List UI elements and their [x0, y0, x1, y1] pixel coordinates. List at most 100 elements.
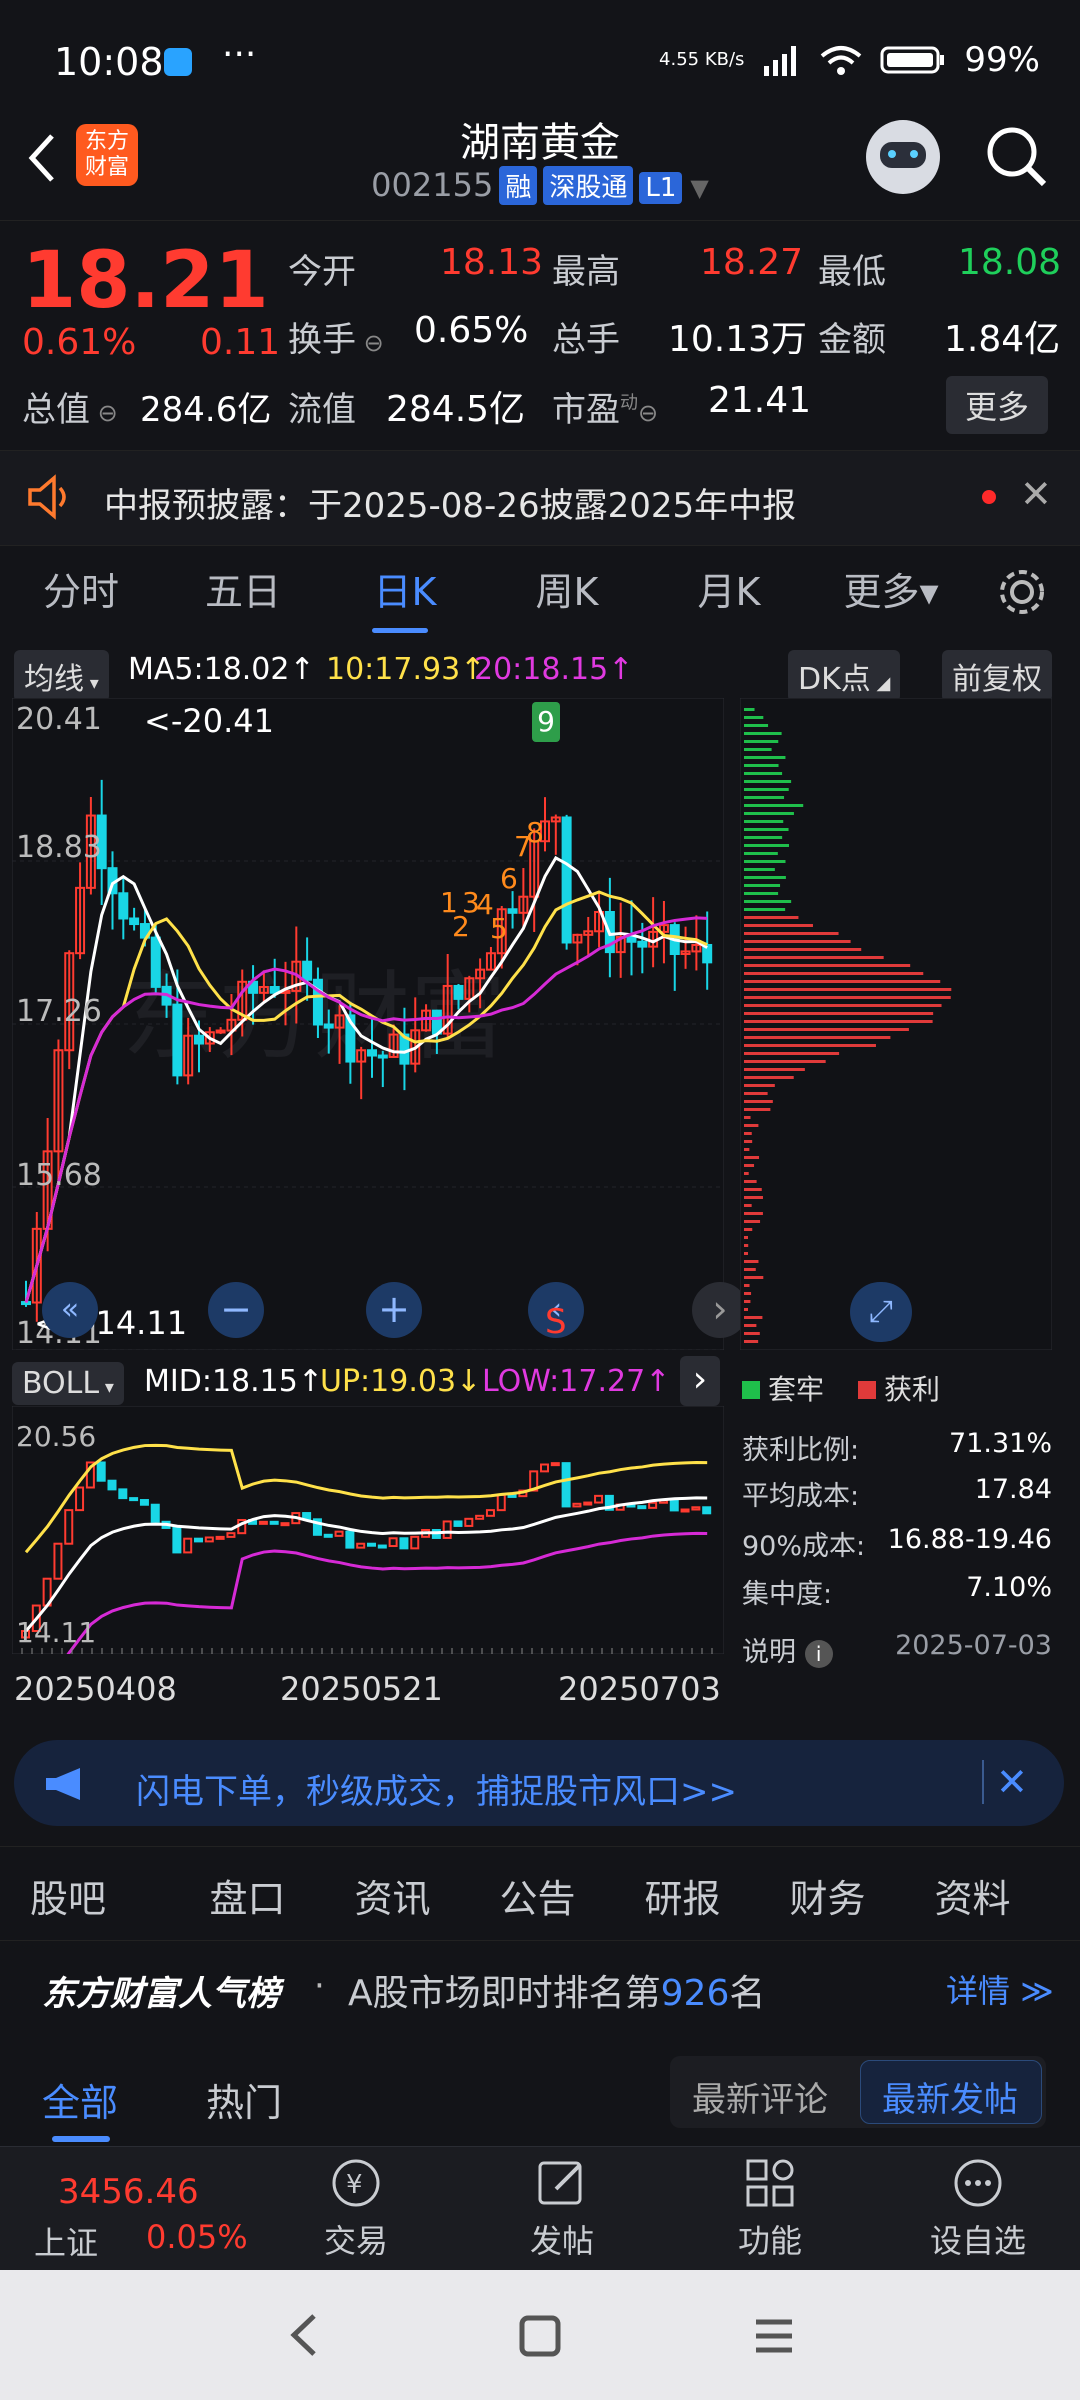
more-notifications-icon: ···	[222, 34, 257, 75]
ma10-label: 10:17.93↑	[326, 652, 486, 687]
battery-icon	[880, 46, 945, 74]
add-watchlist-button[interactable]: 设自选	[898, 2150, 1058, 2262]
rank-text: A股市场即时排名第926名	[348, 1973, 766, 2014]
chip-bar	[744, 996, 951, 999]
scroll-left-button[interactable]: «	[42, 1282, 98, 1338]
ma-selector[interactable]: 均线 ▾	[14, 650, 109, 702]
divider	[0, 1846, 1080, 1847]
chip-bar	[744, 1148, 750, 1151]
volume-value: 10.13万	[668, 319, 808, 360]
signal-nine: 9	[532, 702, 560, 742]
functions-button[interactable]: 功能	[690, 2150, 850, 2262]
boll-candle	[550, 1462, 560, 1467]
tab-daily-k[interactable]: 日K	[324, 548, 486, 636]
boll-candle	[96, 1461, 106, 1482]
sort-latest-comment[interactable]: 最新评论	[692, 2072, 828, 2121]
tab-profile[interactable]: 资料	[900, 1868, 1045, 1923]
avg-cost-row: 平均成本: 17.84	[742, 1474, 1052, 1512]
tab-announcement[interactable]: 公告	[465, 1868, 610, 1923]
tab-more[interactable]: 更多▾	[810, 548, 972, 636]
candle-body	[172, 1003, 183, 1077]
chip-note-row[interactable]: 说明 i 2025-07-03	[742, 1630, 1052, 1669]
ma20-label: 20:18.15↑	[474, 652, 634, 687]
candle-body	[561, 816, 572, 944]
chip-bar	[744, 772, 783, 775]
tab-research[interactable]: 研报	[610, 1868, 755, 1923]
cost90-row: 90%成本: 16.88-19.46	[742, 1524, 1052, 1562]
chip-bar	[744, 732, 782, 735]
tab-intraday[interactable]: 分时	[0, 548, 162, 636]
divider	[982, 1760, 984, 1804]
boll-low-label: LOW:17.27↑	[482, 1364, 671, 1399]
search-button[interactable]	[984, 124, 1050, 194]
settings-gear-icon[interactable]	[996, 566, 1048, 618]
wifi-icon	[821, 46, 862, 75]
boll-candle	[583, 1501, 593, 1506]
tab-all-posts[interactable]: 全部	[42, 2072, 118, 2127]
chip-bar	[744, 844, 790, 847]
chip-bar	[744, 972, 924, 975]
boll-candle	[323, 1533, 333, 1538]
boll-candle	[118, 1488, 128, 1500]
dk-point-button[interactable]: DK点 ◢	[788, 650, 901, 702]
close-notice-button[interactable]: ✕	[1020, 472, 1052, 516]
expand-button[interactable]: ⤢	[850, 1282, 912, 1342]
tab-five-day[interactable]: 五日	[162, 548, 324, 636]
ad-text: 闪电下单，秒级成交，捕捉股市风口>>	[136, 1772, 737, 1812]
chip-bar	[744, 988, 952, 991]
tab-pankou[interactable]: 盘口	[175, 1868, 320, 1923]
chip-bar	[744, 924, 813, 927]
chip-bar	[744, 1140, 753, 1143]
amount-label: 金额	[818, 320, 886, 360]
signal-6: 6	[500, 862, 518, 895]
trade-button[interactable]: ¥ 交易	[276, 2150, 436, 2262]
tab-hot-posts[interactable]: 热门	[206, 2072, 282, 2127]
chip-bar	[744, 1188, 762, 1191]
index-value: 3456.46	[58, 2172, 199, 2212]
boll-selector[interactable]: BOLL ▾	[12, 1362, 124, 1405]
edit-icon	[538, 2161, 582, 2205]
chip-bar	[744, 884, 781, 887]
boll-candle	[215, 1535, 225, 1540]
post-button[interactable]: 发帖	[482, 2150, 642, 2262]
rank-detail-link[interactable]: 详情 ≫	[946, 1966, 1054, 2012]
boll-candle	[702, 1506, 712, 1515]
chip-bar	[744, 804, 804, 807]
tab-guba[interactable]: 股吧	[30, 1868, 175, 1923]
indicator-next-button[interactable]: ›	[680, 1356, 720, 1406]
sort-latest-post[interactable]: 最新发帖	[882, 2072, 1018, 2121]
chip-bar	[744, 1340, 759, 1343]
nav-menu-icon[interactable]	[752, 2314, 796, 2358]
legend-trapped: 套牢	[742, 1368, 824, 1408]
chip-bar	[744, 1300, 751, 1303]
sz-connect-tag: 深股通	[543, 166, 634, 205]
chip-bar	[744, 1308, 748, 1311]
chip-bar	[744, 1116, 751, 1119]
tab-finance[interactable]: 财务	[755, 1868, 900, 1923]
kline-chart[interactable]: 东方财富	[12, 698, 724, 1350]
tab-news[interactable]: 资讯	[320, 1868, 465, 1923]
boll-chart[interactable]	[12, 1406, 724, 1654]
tab-monthly-k[interactable]: 月K	[648, 548, 810, 636]
chip-bar	[744, 1004, 942, 1007]
chip-bar	[744, 964, 911, 967]
chip-bar	[744, 1044, 876, 1047]
last-price: 18.21	[22, 236, 269, 326]
chip-bar	[744, 1180, 757, 1183]
double-chevron-left-icon: «	[60, 1292, 80, 1327]
low-value: 18.08	[958, 242, 1062, 283]
nav-back-icon[interactable]	[286, 2310, 322, 2360]
boll-candle	[269, 1520, 279, 1525]
zoom-out-button[interactable]: −	[208, 1282, 264, 1338]
nav-home-icon[interactable]	[518, 2314, 562, 2358]
close-ad-button[interactable]: ✕	[996, 1760, 1028, 1804]
index-name: 上证	[34, 2224, 99, 2262]
robot-avatar-icon[interactable]	[866, 120, 940, 194]
adjust-button[interactable]: 前复权	[942, 650, 1052, 702]
chip-bar	[744, 900, 792, 903]
index-change: 0.05%	[146, 2218, 248, 2256]
tab-weekly-k[interactable]: 周K	[486, 548, 648, 636]
more-quote-button[interactable]: 更多	[946, 376, 1048, 434]
chip-bar	[744, 1212, 763, 1215]
zoom-in-button[interactable]: +	[366, 1282, 422, 1338]
